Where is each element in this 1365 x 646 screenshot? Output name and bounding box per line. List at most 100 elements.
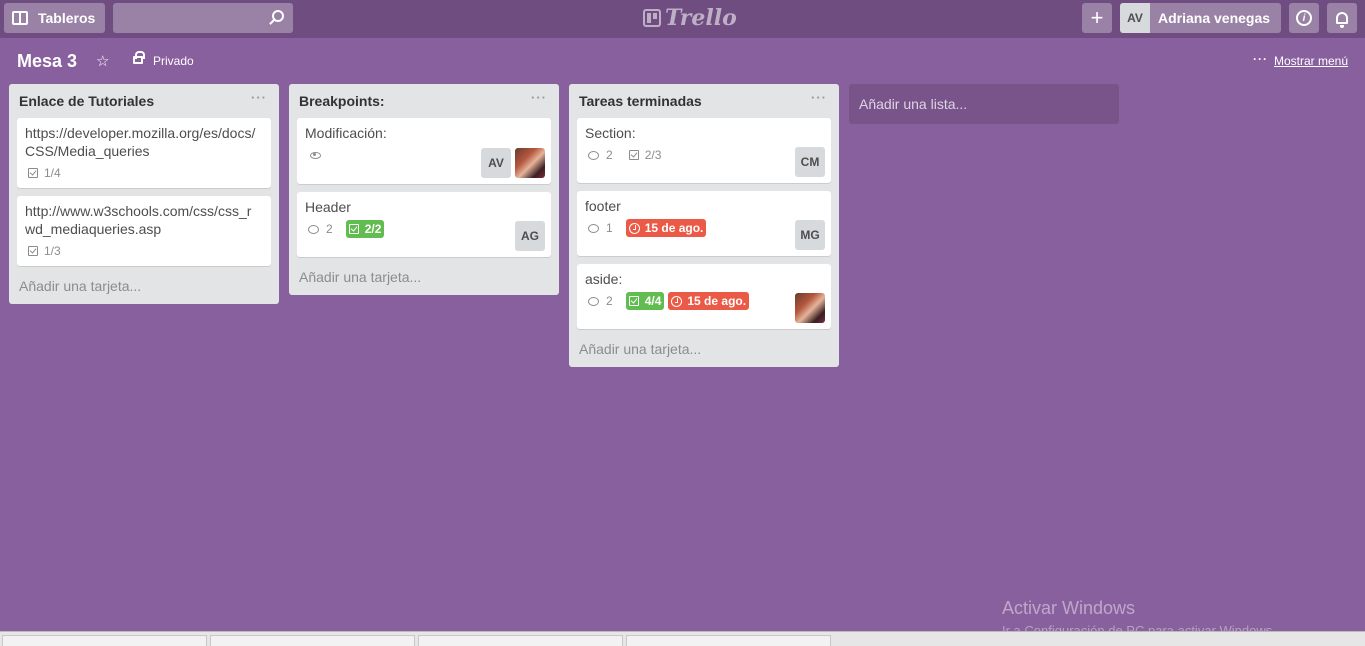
checklist-badge: 1/3 bbox=[25, 242, 64, 260]
comment-icon bbox=[588, 296, 599, 306]
comments-badge: 2 bbox=[585, 146, 616, 164]
comment-count: 1 bbox=[606, 221, 613, 235]
card-title: Modificación: bbox=[305, 125, 387, 141]
watch-badge bbox=[305, 146, 324, 164]
add-button[interactable]: + bbox=[1082, 3, 1112, 33]
list-title[interactable]: Enlace de Tutoriales bbox=[19, 93, 154, 109]
checklist-icon bbox=[628, 150, 639, 160]
user-avatar: AV bbox=[1120, 3, 1150, 33]
taskbar-item[interactable] bbox=[626, 635, 831, 646]
card[interactable]: Section: 2 2/3 CM bbox=[577, 118, 831, 183]
checklist-count: 4/4 bbox=[644, 294, 662, 308]
lock-icon bbox=[133, 51, 145, 64]
checklist-badge: 1/4 bbox=[25, 164, 64, 182]
card-title: aside: bbox=[585, 271, 623, 287]
star-icon[interactable]: ☆ bbox=[96, 52, 109, 70]
show-menu-link[interactable]: Mostrar menú bbox=[1274, 54, 1348, 68]
board-title[interactable]: Mesa 3 bbox=[17, 51, 77, 72]
top-header: Tableros Trello + AV Adriana venegas i bbox=[0, 0, 1365, 38]
due-date: 15 de ago. bbox=[687, 294, 747, 308]
due-date-badge: 15 de ago. bbox=[625, 219, 707, 237]
card-title: https://developer.mozilla.org/es/docs/CS… bbox=[25, 125, 256, 159]
info-button[interactable]: i bbox=[1289, 3, 1319, 33]
card-title: Section: bbox=[585, 125, 636, 141]
trello-logo[interactable]: Trello bbox=[643, 5, 737, 31]
taskbar bbox=[0, 631, 1365, 646]
taskbar-item[interactable] bbox=[2, 635, 207, 646]
add-card-link[interactable]: Añadir una tarjeta... bbox=[9, 274, 279, 304]
checklist-icon bbox=[348, 224, 359, 234]
notifications-button[interactable] bbox=[1327, 3, 1357, 33]
list-menu-icon[interactable]: ··· bbox=[251, 90, 267, 105]
boards-label: Tableros bbox=[38, 10, 96, 26]
card[interactable]: https://developer.mozilla.org/es/docs/CS… bbox=[17, 118, 271, 188]
plus-icon: + bbox=[1090, 5, 1104, 30]
checklist-count: 1/3 bbox=[44, 244, 61, 258]
list-menu-icon[interactable]: ··· bbox=[531, 90, 547, 105]
list-header: Tareas terminadas ··· bbox=[569, 84, 839, 116]
card[interactable]: Header 2 2/2 AG bbox=[297, 192, 551, 257]
clock-icon bbox=[671, 295, 683, 307]
comment-count: 2 bbox=[326, 222, 333, 236]
add-card-link[interactable]: Añadir una tarjeta... bbox=[569, 337, 839, 367]
member-avatar[interactable]: MG bbox=[795, 220, 825, 250]
list-menu-icon[interactable]: ··· bbox=[811, 90, 827, 105]
comments-badge: 2 bbox=[305, 220, 336, 238]
bell-icon bbox=[1336, 12, 1348, 28]
card-title: http://www.w3schools.com/css/css_rwd_med… bbox=[25, 203, 252, 237]
privacy-button[interactable]: Privado bbox=[153, 54, 194, 68]
list-header: Enlace de Tutoriales ··· bbox=[9, 84, 279, 116]
checklist-badge-complete: 2/2 bbox=[345, 220, 385, 238]
due-date: 15 de ago. bbox=[644, 221, 704, 235]
due-date-badge: 15 de ago. bbox=[668, 292, 750, 310]
comment-count: 2 bbox=[606, 294, 613, 308]
boards-button[interactable]: Tableros bbox=[4, 3, 105, 33]
boards-icon bbox=[12, 11, 28, 25]
list-title[interactable]: Breakpoints: bbox=[299, 93, 385, 109]
card[interactable]: Modificación: AV bbox=[297, 118, 551, 184]
list-enlace-de-tutoriales: Enlace de Tutoriales ··· https://develop… bbox=[9, 84, 279, 304]
checklist-badge: 2/3 bbox=[626, 146, 665, 164]
search-input[interactable] bbox=[113, 3, 263, 33]
user-menu-button[interactable]: AV Adriana venegas bbox=[1120, 3, 1281, 33]
member-avatar[interactable]: AV bbox=[481, 148, 511, 178]
info-icon: i bbox=[1296, 10, 1312, 26]
comment-icon bbox=[588, 223, 599, 233]
member-avatar[interactable]: AG bbox=[515, 221, 545, 251]
card[interactable]: aside: 2 4/4 15 de ago. bbox=[577, 264, 831, 329]
checklist-icon bbox=[28, 168, 38, 178]
taskbar-item[interactable] bbox=[418, 635, 623, 646]
search-icon[interactable] bbox=[272, 10, 284, 22]
member-photo-avatar[interactable] bbox=[515, 148, 545, 178]
list-breakpoints: Breakpoints: ··· Modificación: AV Header… bbox=[289, 84, 559, 295]
comment-icon bbox=[588, 150, 599, 160]
comment-count: 2 bbox=[606, 148, 613, 162]
eye-icon bbox=[310, 151, 321, 159]
add-card-link[interactable]: Añadir una tarjeta... bbox=[289, 265, 559, 295]
activation-watermark-title: Activar Windows bbox=[1002, 598, 1136, 618]
card[interactable]: http://www.w3schools.com/css/css_rwd_med… bbox=[17, 196, 271, 266]
checklist-badge-complete: 4/4 bbox=[625, 292, 665, 310]
add-list-button[interactable]: Añadir una lista... bbox=[849, 84, 1119, 124]
logo-text: Trello bbox=[665, 5, 737, 31]
taskbar-item[interactable] bbox=[210, 635, 415, 646]
card[interactable]: footer 1 15 de ago. MG bbox=[577, 191, 831, 256]
more-icon: ··· bbox=[1253, 52, 1268, 66]
list-title[interactable]: Tareas terminadas bbox=[579, 93, 702, 109]
card-title: Header bbox=[305, 199, 351, 215]
checklist-icon bbox=[628, 296, 639, 306]
checklist-count: 1/4 bbox=[44, 166, 61, 180]
list-tareas-terminadas: Tareas terminadas ··· Section: 2 2/3 CM … bbox=[569, 84, 839, 367]
member-avatar[interactable]: CM bbox=[795, 147, 825, 177]
trello-logo-icon bbox=[643, 9, 661, 27]
checklist-icon bbox=[28, 246, 38, 256]
checklist-count: 2/2 bbox=[364, 222, 382, 236]
member-photo-avatar[interactable] bbox=[795, 293, 825, 323]
clock-icon bbox=[628, 222, 640, 234]
list-header: Breakpoints: ··· bbox=[289, 84, 559, 116]
comments-badge: 1 bbox=[585, 219, 616, 237]
search-box bbox=[113, 3, 293, 33]
user-name: Adriana venegas bbox=[1158, 10, 1271, 26]
comments-badge: 2 bbox=[585, 292, 616, 310]
comment-icon bbox=[308, 224, 319, 234]
